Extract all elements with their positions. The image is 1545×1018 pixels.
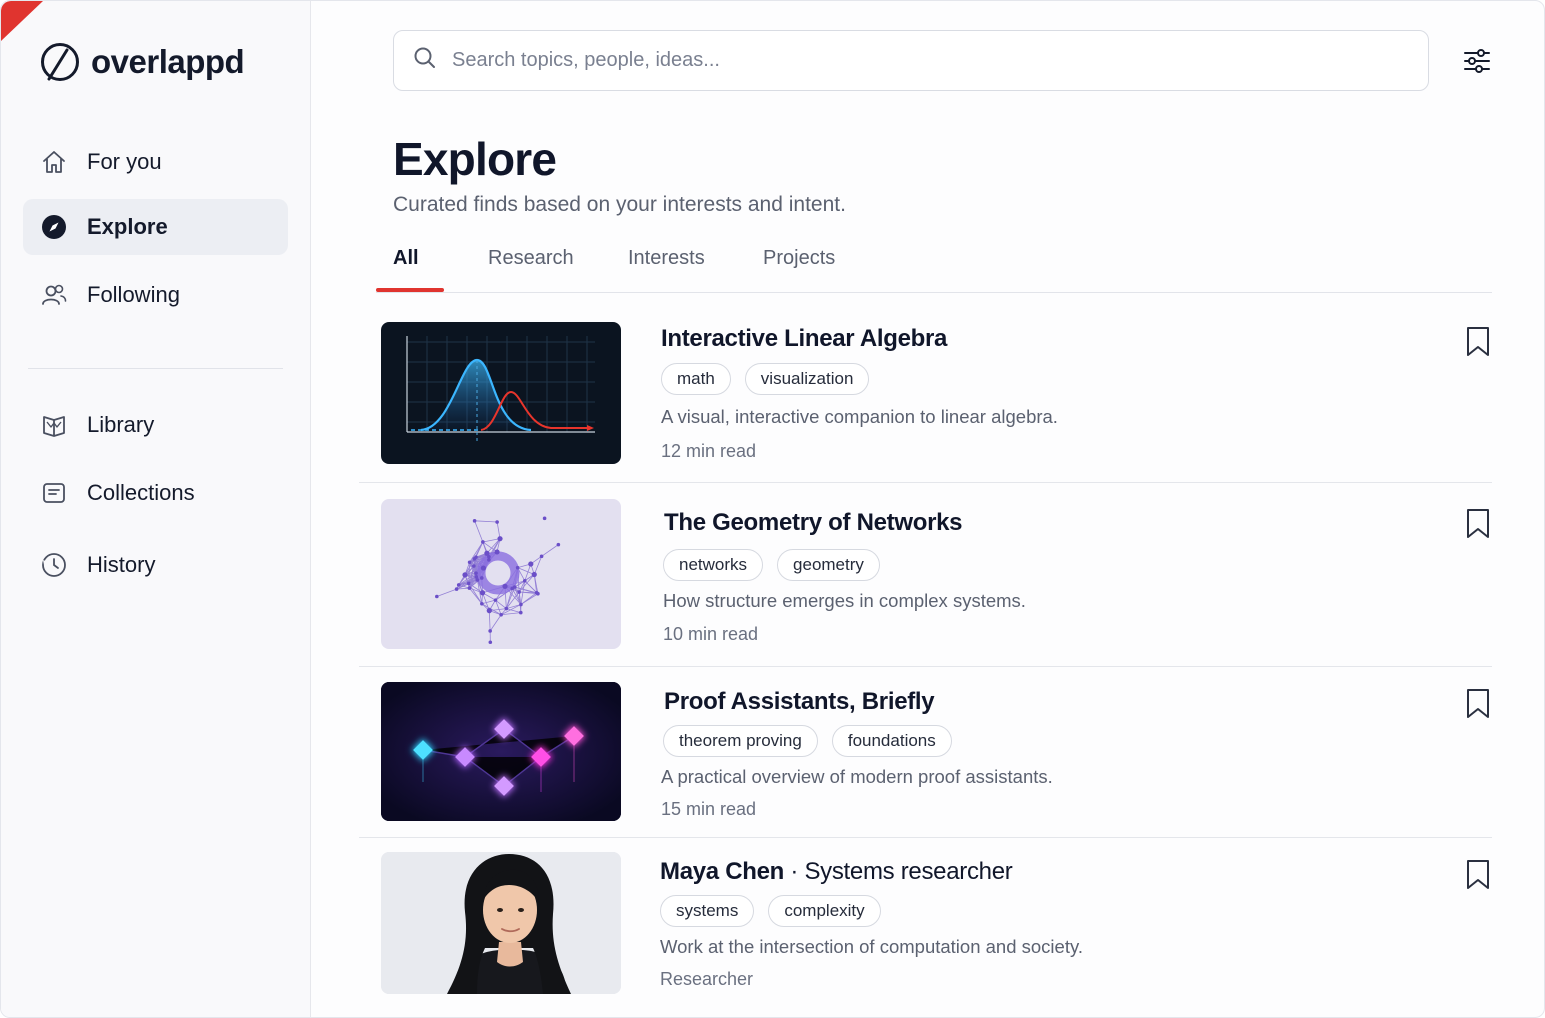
- card-description: A practical overview of modern proof ass…: [661, 766, 1053, 787]
- home-icon: [39, 147, 69, 177]
- search-icon: [412, 45, 438, 76]
- bookmark-icon: [1467, 689, 1489, 718]
- tag-chip[interactable]: complexity: [768, 895, 881, 927]
- card-title[interactable]: Interactive Linear Algebra: [661, 325, 947, 353]
- compass-icon: [39, 212, 69, 242]
- filter-button[interactable]: [1459, 43, 1495, 79]
- overlappd-logo-icon: [41, 43, 79, 81]
- card-title[interactable]: Proof Assistants, Briefly: [664, 688, 935, 716]
- sliders-icon: [1464, 49, 1490, 73]
- person-portrait-thumbnail: [381, 852, 621, 994]
- nav-label: Library: [87, 412, 155, 437]
- tab-label: Projects: [763, 247, 836, 269]
- bookmark-button[interactable]: [1463, 687, 1493, 721]
- card-description: A visual, interactive companion to linea…: [661, 406, 1058, 427]
- nav-item-history[interactable]: History: [23, 537, 288, 593]
- feed-card[interactable]: Interactive Linear Algebra math visualiz…: [359, 313, 1492, 481]
- feed-card[interactable]: Proof Assistants, Briefly theorem provin…: [359, 673, 1492, 833]
- nav-item-explore[interactable]: Explore: [23, 199, 288, 255]
- brand[interactable]: overlappd: [39, 41, 245, 83]
- nav-label: History: [87, 552, 156, 577]
- tag-list: systems complexity: [660, 895, 881, 927]
- tab-research[interactable]: Research: [488, 239, 574, 293]
- tag-chip[interactable]: geometry: [777, 549, 880, 581]
- active-tab-indicator: [376, 288, 444, 292]
- card-meta: Researcher: [660, 969, 754, 989]
- feed-card[interactable]: The Geometry of Networks networks geomet…: [359, 491, 1492, 661]
- card-description: How structure emerges in complex systems…: [663, 590, 1026, 611]
- brand-name: overlappd: [91, 43, 245, 80]
- tag-list: math visualization: [661, 363, 870, 395]
- people-icon: [39, 280, 69, 310]
- card-separator: [359, 666, 1492, 667]
- tag-chip[interactable]: foundations: [831, 725, 952, 757]
- feed-card-person[interactable]: Maya Chen · Systems researcher systems c…: [359, 844, 1492, 1004]
- person-name: Maya Chen: [660, 858, 785, 885]
- card-separator: [359, 482, 1492, 483]
- search-bar[interactable]: [393, 30, 1429, 91]
- nav-item-collections[interactable]: Collections: [23, 465, 288, 521]
- glowing-nodes-thumbnail: [381, 682, 621, 821]
- card-title[interactable]: The Geometry of Networks: [664, 509, 963, 537]
- card-description: Work at the intersection of computation …: [660, 936, 1083, 957]
- bookmark-icon: [1467, 860, 1489, 889]
- card-title[interactable]: Maya Chen · Systems researcher: [660, 858, 1013, 886]
- search-input[interactable]: [452, 49, 1352, 72]
- bookmark-button[interactable]: [1463, 325, 1493, 359]
- tag-chip[interactable]: visualization: [744, 363, 870, 395]
- tab-label: Interests: [628, 247, 705, 269]
- card-meta: 12 min read: [661, 441, 757, 461]
- nav-item-for-you[interactable]: For you: [23, 134, 288, 190]
- card-separator: [359, 837, 1492, 838]
- tag-chip[interactable]: math: [661, 363, 731, 395]
- nav-item-following[interactable]: Following: [23, 267, 288, 323]
- nav-label: For you: [87, 149, 162, 174]
- tab-interests[interactable]: Interests: [628, 239, 705, 293]
- bookmark-button[interactable]: [1463, 858, 1493, 892]
- bookmark-button[interactable]: [1463, 507, 1493, 541]
- person-role: · Systems researcher: [790, 858, 1013, 885]
- tab-bar: All Research Interests Projects: [376, 239, 1492, 293]
- tag-chip[interactable]: theorem proving: [663, 725, 818, 757]
- nav-label: Explore: [87, 214, 168, 239]
- tab-projects[interactable]: Projects: [763, 239, 835, 293]
- tab-all[interactable]: All: [393, 239, 419, 293]
- nav-label: Collections: [87, 480, 195, 505]
- sidebar-divider: [28, 368, 283, 369]
- nav-item-library[interactable]: Library: [23, 397, 288, 453]
- bookmark-icon: [1467, 327, 1489, 356]
- page-title: Explore: [393, 133, 557, 185]
- tag-chip[interactable]: networks: [663, 549, 764, 581]
- book-icon: [39, 410, 69, 440]
- collection-icon: [39, 478, 69, 508]
- nav-label: Following: [87, 282, 180, 307]
- tag-list: theorem proving foundations: [663, 725, 952, 757]
- tag-chip[interactable]: systems: [660, 895, 755, 927]
- tag-list: networks geometry: [663, 549, 880, 581]
- network-graph-thumbnail: [381, 499, 621, 649]
- tab-label: Research: [488, 247, 574, 269]
- tab-label: All: [393, 247, 419, 269]
- app-window: overlappd For you Explore Following Libr…: [0, 0, 1545, 1018]
- history-icon: [39, 550, 69, 580]
- card-meta: 15 min read: [661, 799, 757, 819]
- card-meta: 10 min read: [663, 624, 759, 644]
- distribution-plot-thumbnail: [381, 322, 621, 464]
- bookmark-icon: [1467, 509, 1489, 538]
- sidebar: overlappd For you Explore Following Libr…: [1, 1, 311, 1017]
- page-subtitle: Curated finds based on your interests an…: [393, 193, 846, 216]
